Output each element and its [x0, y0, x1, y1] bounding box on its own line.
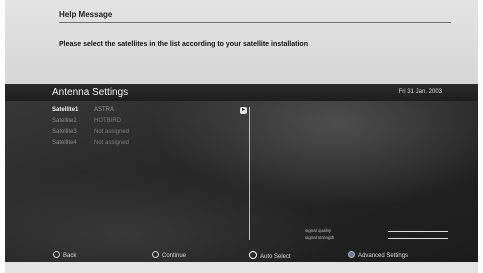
satellite-label: Satellite3 [52, 129, 77, 135]
help-text: Please select the satellites in the list… [59, 41, 308, 48]
advanced-settings-label: Advanced Settings [358, 253, 409, 259]
satellite-row-3[interactable]: Satellite3 Not assigned [52, 129, 247, 138]
satellite-value: Not assigned [94, 140, 130, 146]
antenna-settings-panel: Antenna Settings Fri 31 Jan. 2003 Satell… [5, 84, 478, 262]
signal-strength-label: signal strength [305, 235, 335, 240]
satellite-label: Satellite2 [52, 118, 77, 124]
help-divider [59, 22, 451, 23]
satellite-row-2[interactable]: Satellite2 HOTBIRD [52, 118, 247, 127]
tv-screen: Help Message Please select the satellite… [5, 0, 478, 273]
satellite-row-4[interactable]: Satellite4 Not assigned [52, 140, 247, 149]
signal-quality-bar [388, 231, 448, 232]
panel-header: Antenna Settings Fri 31 Jan. 2003 [5, 84, 478, 101]
auto-select-button[interactable]: Auto Select [249, 251, 291, 260]
continue-button[interactable]: Continue [152, 251, 186, 259]
satellite-value: HOTBIRD [94, 118, 121, 124]
signal-quality-label: signal quality [305, 228, 332, 233]
help-message-panel: Help Message Please select the satellite… [5, 0, 478, 84]
continue-label: Continue [162, 253, 187, 259]
bottom-strip [5, 262, 478, 273]
back-button[interactable]: Back [53, 251, 76, 259]
back-key-icon [53, 251, 60, 258]
advanced-settings-button[interactable]: Advanced Settings [348, 251, 408, 259]
auto-select-label: Auto Select [260, 254, 291, 260]
date-display: Fri 31 Jan. 2003 [398, 89, 442, 95]
blue-key-icon [348, 251, 355, 258]
column-divider [249, 107, 250, 240]
continue-key-icon [152, 251, 159, 258]
help-title: Help Message [59, 10, 113, 19]
arrow-right-icon[interactable]: ▸ [240, 107, 247, 114]
satellite-value: Not assigned [94, 129, 130, 135]
back-label: Back [63, 253, 77, 259]
satellite-value: ASTRA [94, 107, 115, 113]
satellite-row-1[interactable]: Satellite1 ASTRA ▸ [52, 107, 247, 116]
signal-strength-bar [388, 238, 448, 239]
satellite-label: Satellite1 [52, 107, 79, 113]
page-title: Antenna Settings [52, 87, 129, 98]
satellite-label: Satellite4 [52, 140, 77, 146]
ok-key-icon [249, 251, 257, 259]
